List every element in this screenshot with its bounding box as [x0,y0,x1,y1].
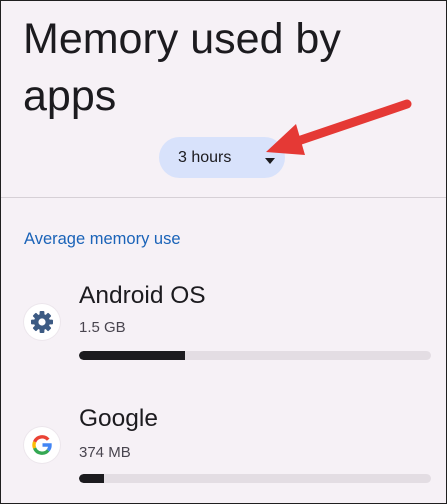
memory-usage-bar-fill [79,474,104,483]
app-row-google[interactable]: Google 374 MB [1,401,446,503]
memory-usage-bar [79,351,431,360]
section-header: Average memory use [24,230,181,248]
app-name: Google [79,405,159,432]
memory-screen: Memory used by apps 3 hours Average memo… [0,0,447,504]
app-name: Android OS [79,282,206,309]
memory-usage-bar-fill [79,351,185,360]
google-g-icon [24,427,60,463]
page-title: Memory used by apps [23,15,341,120]
app-memory-size: 374 MB [79,444,131,461]
gear-icon [24,304,60,340]
arrow-drop-down-icon [265,158,275,164]
time-range-label: 3 hours [178,149,232,166]
memory-usage-bar [79,474,431,483]
app-memory-size: 1.5 GB [79,319,126,336]
divider [1,197,446,198]
app-row-android-os[interactable]: Android OS 1.5 GB [1,277,446,387]
